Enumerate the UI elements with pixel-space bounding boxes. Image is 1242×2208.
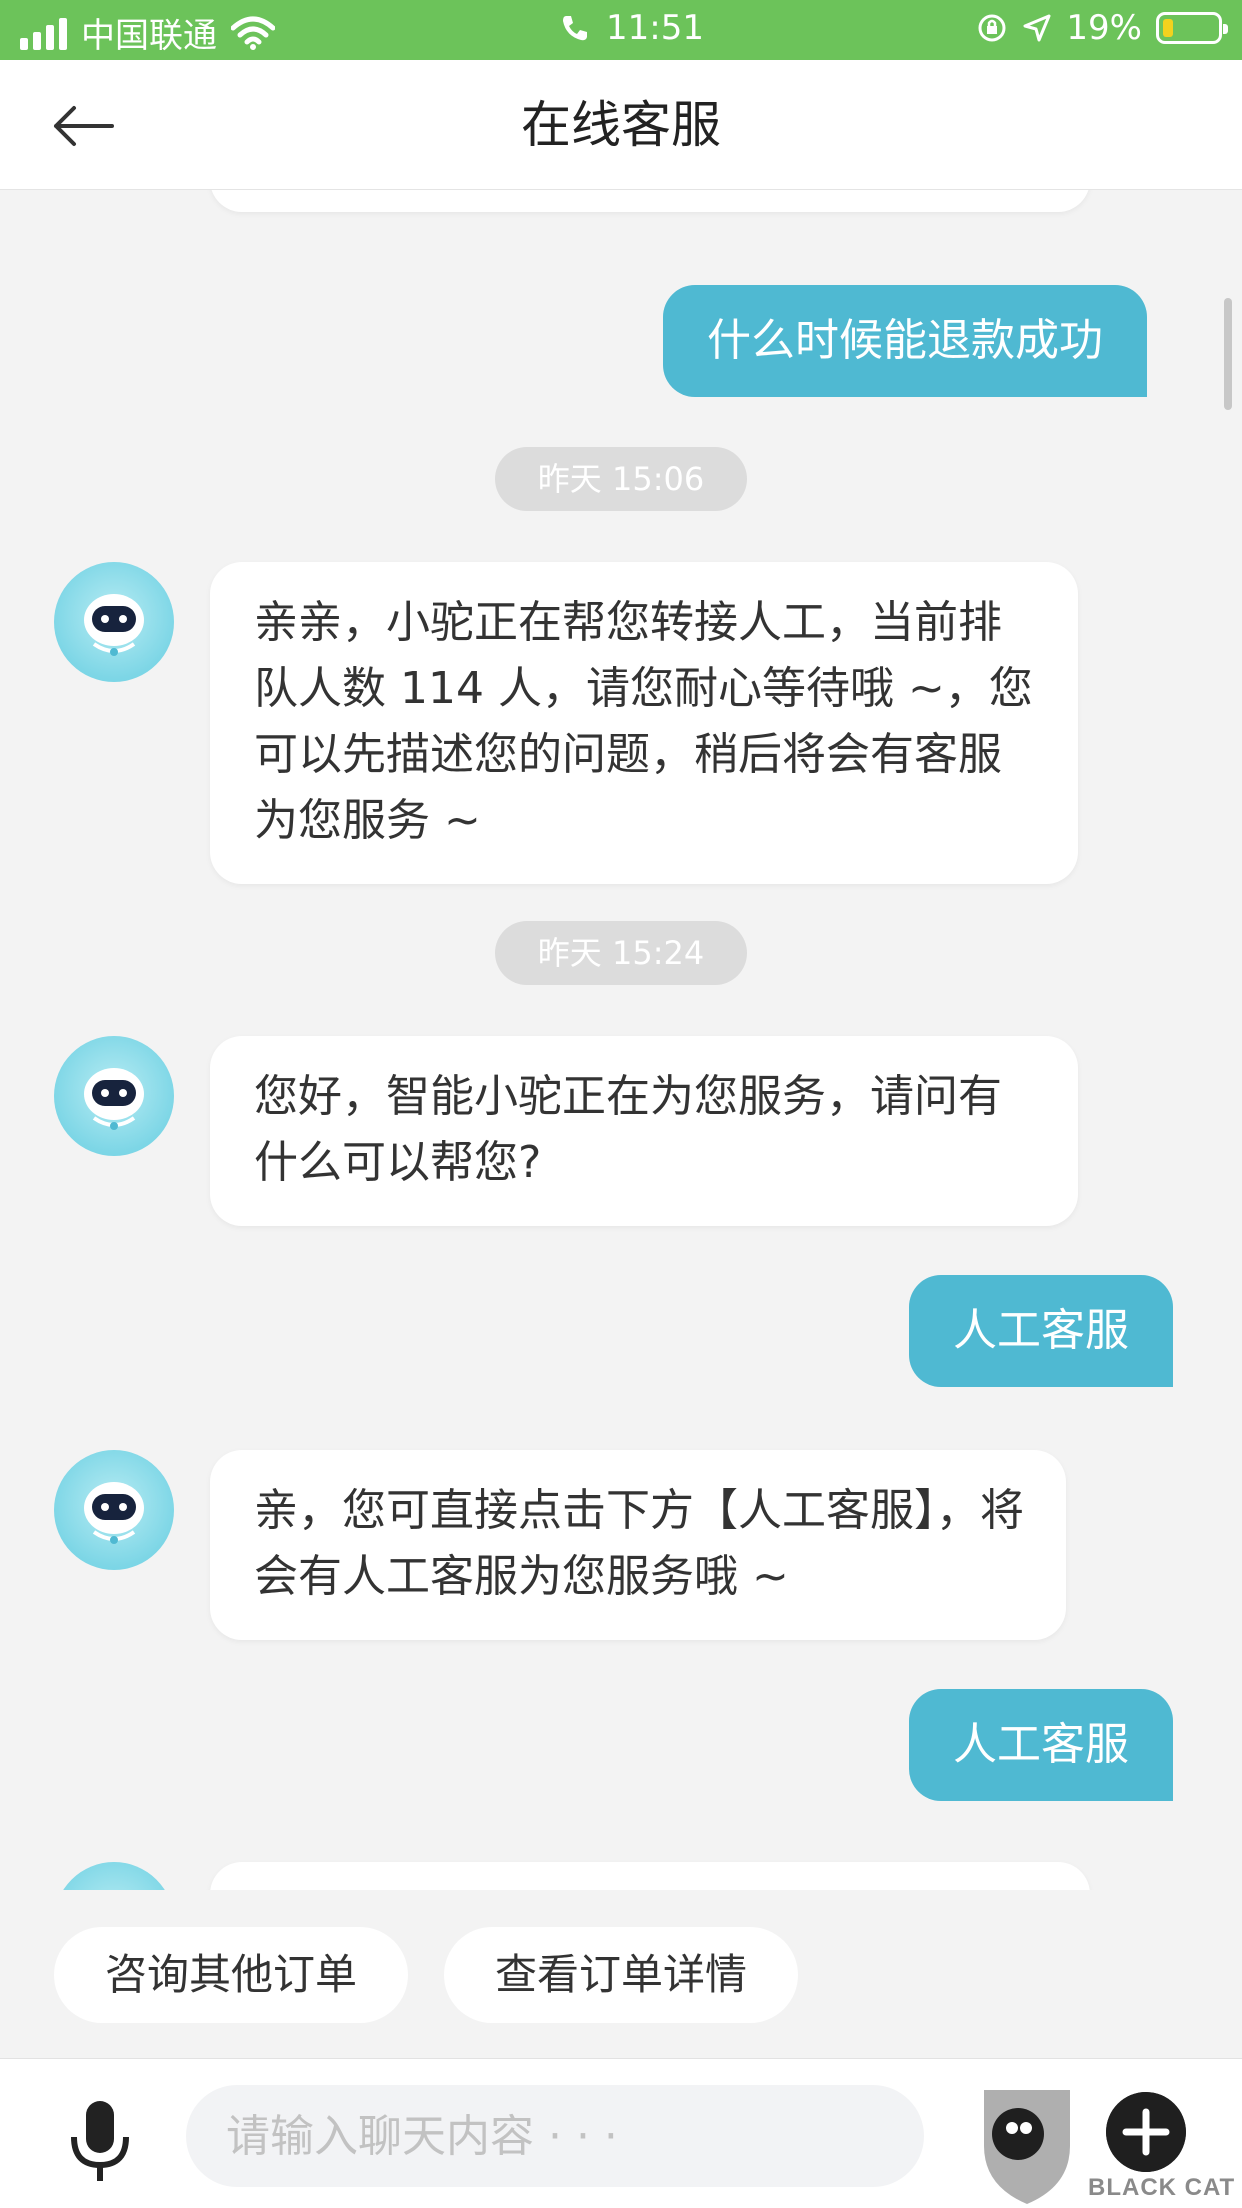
microphone-icon[interactable] — [68, 2099, 132, 2183]
status-bar: 中国联通 11:51 19% — [0, 0, 1242, 60]
plus-icon[interactable] — [1106, 2092, 1186, 2172]
watermark-logo — [984, 2090, 1070, 2204]
robot-avatar-icon — [84, 1068, 144, 1130]
consult-other-orders-button[interactable]: 咨询其他订单 — [54, 1927, 408, 2023]
message-user: 人工客服 — [909, 1689, 1173, 1801]
battery-percent: 19% — [1066, 8, 1142, 48]
header-bar: 在线客服 — [0, 60, 1242, 190]
bot-avatar — [54, 1036, 174, 1156]
robot-avatar-icon — [84, 594, 144, 656]
bot-avatar — [54, 562, 174, 682]
message-bot-partial — [210, 190, 1090, 212]
page-title: 在线客服 — [521, 96, 721, 154]
timestamp: 昨天 15:24 — [495, 921, 747, 985]
bot-avatar — [54, 1450, 174, 1570]
signal-icon — [20, 16, 67, 50]
carrier-label: 中国联通 — [81, 16, 217, 56]
chat-area[interactable]: 什么时候能退款成功 昨天 15:06 亲亲，小驼正在帮您转接人工，当前排队人数 … — [0, 190, 1242, 1890]
message-bot: 亲，您可直接点击下方【人工客服】，将会有人工客服为您服务哦 ~ — [210, 1450, 1066, 1640]
message-bot: 亲亲，小驼正在帮您转接人工，当前排队人数 114 人，请您耐心等待哦 ~，您可以… — [210, 562, 1078, 884]
message-user: 什么时候能退款成功 — [663, 285, 1147, 397]
battery-icon — [1156, 12, 1228, 44]
back-arrow-icon[interactable] — [48, 96, 118, 156]
chat-input[interactable] — [186, 2085, 924, 2187]
scrollbar[interactable] — [1224, 298, 1232, 410]
message-bot-partial — [210, 1862, 1090, 1890]
message-user: 人工客服 — [909, 1275, 1173, 1387]
location-icon — [1023, 14, 1051, 42]
rotation-lock-icon — [978, 14, 1006, 42]
clock: 11:51 — [606, 8, 704, 48]
timestamp: 昨天 15:06 — [495, 447, 747, 511]
bot-avatar — [54, 1862, 174, 1890]
robot-avatar-icon — [84, 1482, 144, 1544]
chat-screen: 中国联通 11:51 19% 在线客服 什么时候能退款成功 昨天 15:06 亲… — [0, 0, 1242, 2208]
view-order-details-button[interactable]: 查看订单详情 — [444, 1927, 798, 2023]
phone-icon — [563, 16, 587, 41]
watermark-text: BLACK CAT — [1088, 2174, 1236, 2201]
wifi-icon — [231, 16, 275, 50]
message-bot: 您好，智能小驼正在为您服务，请问有什么可以帮您? — [210, 1036, 1078, 1226]
